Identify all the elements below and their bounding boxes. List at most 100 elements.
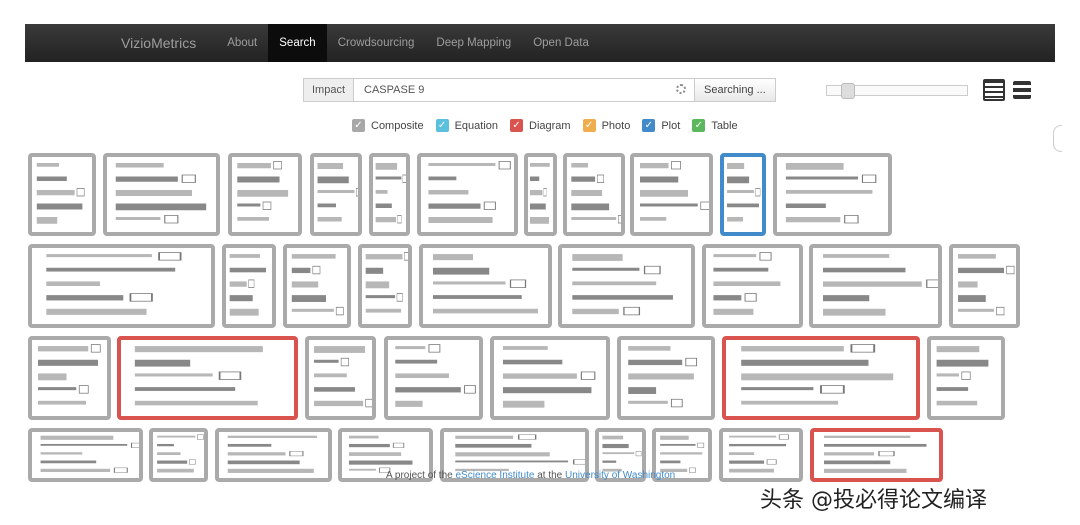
figure-preview [824,435,927,473]
figure-preview [36,163,85,224]
filter-table[interactable]: ✓ Table [692,119,738,132]
search-query: CASPASE 9 [364,84,425,96]
spinner-icon [676,84,687,94]
checkbox-icon[interactable]: ✓ [642,119,656,132]
result-thumbnail[interactable] [417,153,518,236]
side-tab[interactable] [1053,125,1062,152]
filter-plot[interactable]: ✓ Plot [642,119,680,132]
figure-preview [530,163,550,224]
zoom-slider[interactable] [826,83,968,99]
list-view-icon[interactable] [1013,81,1031,99]
figure-preview [741,344,894,405]
nav-search[interactable]: Search [268,24,327,62]
figure-preview [314,346,372,408]
result-thumbnail[interactable] [28,244,215,328]
checkbox-icon[interactable]: ✓ [352,119,365,132]
result-thumbnail[interactable] [809,244,942,328]
figure-preview [428,161,511,223]
figure-preview [785,163,877,224]
result-thumbnail[interactable] [630,153,713,236]
figure-preview [395,344,476,407]
result-thumbnail[interactable] [149,428,208,482]
figure-preview [237,161,289,221]
checkbox-icon[interactable]: ✓ [582,119,596,132]
result-thumbnail[interactable] [358,244,412,328]
footer-text: A project of the [386,470,456,481]
brand-logo[interactable]: VizioMetrics [111,35,206,51]
result-thumbnail[interactable] [524,153,557,236]
result-thumbnail[interactable] [563,153,625,236]
footer: A project of the eScience Institute at t… [386,470,675,481]
result-thumbnail[interactable] [419,244,552,328]
filter-diagram[interactable]: ✓ Diagram [510,119,571,132]
filter-equation[interactable]: ✓ Equation [435,119,499,132]
slider-handle[interactable] [841,83,855,99]
figure-preview [729,434,789,473]
result-thumbnail[interactable] [949,244,1020,328]
result-thumbnail[interactable] [310,153,362,236]
result-thumbnail[interactable] [215,428,332,482]
checkbox-icon[interactable]: ✓ [435,119,449,132]
figure-preview [317,163,358,222]
result-thumbnail[interactable] [28,153,96,236]
result-thumbnail[interactable] [28,428,143,482]
figure-preview [936,346,989,406]
result-thumbnail[interactable] [773,153,892,236]
result-thumbnail[interactable] [222,244,276,328]
nav-about[interactable]: About [216,24,268,62]
figure-preview [157,434,204,473]
nav-deep-mapping[interactable]: Deep Mapping [425,24,522,62]
figure-preview [571,163,621,224]
figure-preview [572,254,673,316]
result-thumbnail[interactable] [369,153,410,236]
filter-label: Equation [454,119,499,132]
uw-link[interactable]: University of Washington [565,470,675,481]
figure-preview [46,252,182,315]
grid-view-icon[interactable] [983,79,1005,101]
filter-label: Photo [601,119,631,132]
result-thumbnail[interactable] [228,153,302,236]
result-thumbnail[interactable] [927,336,1005,420]
result-thumbnail[interactable] [720,153,766,236]
figure-preview [227,435,318,473]
sort-impact-button[interactable]: Impact [303,78,355,102]
figure-preview [229,254,267,316]
figure-preview [823,254,938,316]
filter-label: Plot [661,119,681,132]
filter-label: Table [711,119,738,132]
result-thumbnail[interactable] [722,336,920,420]
result-thumbnail[interactable] [103,153,220,236]
watermark: 头条 @投必得论文编译 [760,488,987,513]
result-thumbnail[interactable] [28,336,111,420]
search-button[interactable]: Searching ... [694,78,776,102]
filter-photo[interactable]: ✓ Photo [582,119,631,132]
filter-composite[interactable]: ✓ Composite [352,119,424,132]
figure-preview [375,163,406,224]
figure-preview [713,252,781,315]
result-thumbnail[interactable] [490,336,610,420]
nav-crowdsourcing[interactable]: Crowdsourcing [327,24,426,62]
figure-preview [640,161,709,221]
checkbox-icon[interactable]: ✓ [692,119,706,132]
result-thumbnail[interactable] [384,336,483,420]
figure-preview [958,254,1015,316]
figure-preview [134,346,263,406]
nav-open-data[interactable]: Open Data [522,24,600,62]
result-thumbnail[interactable] [719,428,803,482]
escience-link[interactable]: eScience Institute [456,470,535,481]
search-input[interactable]: CASPASE 9 [354,78,695,102]
result-thumbnail[interactable] [117,336,298,420]
figure-preview [628,346,698,408]
type-filters: ✓ Composite ✓ Equation ✓ Diagram ✓ Photo ✓ Plot ✓ T… [352,119,738,132]
checkbox-icon[interactable]: ✓ [510,119,524,132]
result-thumbnail[interactable] [810,428,943,482]
result-thumbnail[interactable] [617,336,715,420]
figure-preview [433,254,538,314]
result-thumbnail[interactable] [305,336,376,420]
result-thumbnail[interactable] [702,244,803,328]
result-thumbnail[interactable] [283,244,351,328]
figure-preview [727,163,761,222]
filter-label: Composite [371,119,424,132]
result-thumbnail[interactable] [558,244,695,328]
figure-preview [502,346,596,408]
